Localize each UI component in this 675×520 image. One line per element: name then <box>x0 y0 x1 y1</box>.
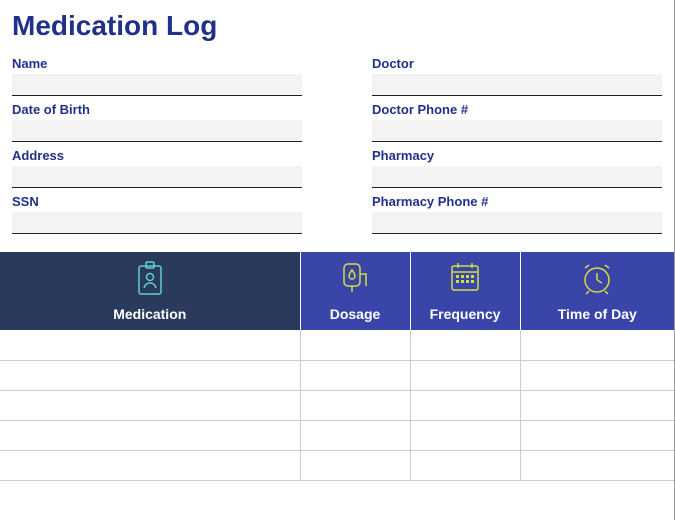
cell-medication[interactable] <box>0 330 300 360</box>
doctor-phone-input[interactable] <box>372 120 662 142</box>
table-row <box>0 390 674 420</box>
field-dob: Date of Birth <box>12 102 302 142</box>
field-pharmacy: Pharmacy <box>372 148 662 188</box>
dob-input[interactable] <box>12 120 302 142</box>
cell-dosage[interactable] <box>300 450 410 480</box>
field-label: Doctor Phone # <box>372 102 662 117</box>
column-header-dosage: Dosage <box>300 252 410 330</box>
pharmacy-input[interactable] <box>372 166 662 188</box>
iv-bag-icon <box>338 260 372 299</box>
field-label: Name <box>12 56 302 71</box>
field-label: SSN <box>12 194 302 209</box>
cell-time-of-day[interactable] <box>520 330 674 360</box>
cell-frequency[interactable] <box>410 330 520 360</box>
field-doctor-phone: Doctor Phone # <box>372 102 662 142</box>
field-name: Name <box>12 56 302 96</box>
info-column-right: Doctor Doctor Phone # Pharmacy Pharmacy … <box>372 56 662 240</box>
medication-table: Medication Dosage <box>0 252 674 481</box>
field-label: Pharmacy Phone # <box>372 194 662 209</box>
field-label: Pharmacy <box>372 148 662 163</box>
field-ssn: SSN <box>12 194 302 234</box>
patient-info-grid: Name Date of Birth Address SSN Doctor <box>12 56 662 240</box>
cell-frequency[interactable] <box>410 450 520 480</box>
column-header-frequency: Frequency <box>410 252 520 330</box>
name-input[interactable] <box>12 74 302 96</box>
alarm-clock-icon <box>579 260 615 299</box>
field-label: Date of Birth <box>12 102 302 117</box>
cell-medication[interactable] <box>0 420 300 450</box>
cell-frequency[interactable] <box>410 360 520 390</box>
cell-time-of-day[interactable] <box>520 390 674 420</box>
table-row <box>0 420 674 450</box>
column-label: Medication <box>113 306 186 322</box>
ssn-input[interactable] <box>12 212 302 234</box>
field-doctor: Doctor <box>372 56 662 96</box>
pharmacy-phone-input[interactable] <box>372 212 662 234</box>
cell-dosage[interactable] <box>300 420 410 450</box>
column-header-medication: Medication <box>0 252 300 330</box>
page-title: Medication Log <box>12 10 662 42</box>
table-row <box>0 360 674 390</box>
field-address: Address <box>12 148 302 188</box>
medication-log-page: Medication Log Name Date of Birth Addres… <box>0 0 675 520</box>
cell-dosage[interactable] <box>300 360 410 390</box>
column-label: Frequency <box>430 306 501 322</box>
column-label: Dosage <box>330 306 381 322</box>
info-column-left: Name Date of Birth Address SSN <box>12 56 302 240</box>
table-row <box>0 450 674 480</box>
cell-medication[interactable] <box>0 450 300 480</box>
field-label: Address <box>12 148 302 163</box>
cell-dosage[interactable] <box>300 390 410 420</box>
cell-frequency[interactable] <box>410 390 520 420</box>
cell-time-of-day[interactable] <box>520 450 674 480</box>
column-label: Time of Day <box>558 306 637 322</box>
table-row <box>0 330 674 360</box>
cell-time-of-day[interactable] <box>520 420 674 450</box>
calendar-icon <box>448 260 482 297</box>
field-pharmacy-phone: Pharmacy Phone # <box>372 194 662 234</box>
id-badge-icon <box>135 260 165 299</box>
cell-frequency[interactable] <box>410 420 520 450</box>
cell-medication[interactable] <box>0 390 300 420</box>
table-body <box>0 330 674 480</box>
field-label: Doctor <box>372 56 662 71</box>
cell-medication[interactable] <box>0 360 300 390</box>
column-header-time-of-day: Time of Day <box>520 252 674 330</box>
cell-dosage[interactable] <box>300 330 410 360</box>
address-input[interactable] <box>12 166 302 188</box>
doctor-input[interactable] <box>372 74 662 96</box>
cell-time-of-day[interactable] <box>520 360 674 390</box>
